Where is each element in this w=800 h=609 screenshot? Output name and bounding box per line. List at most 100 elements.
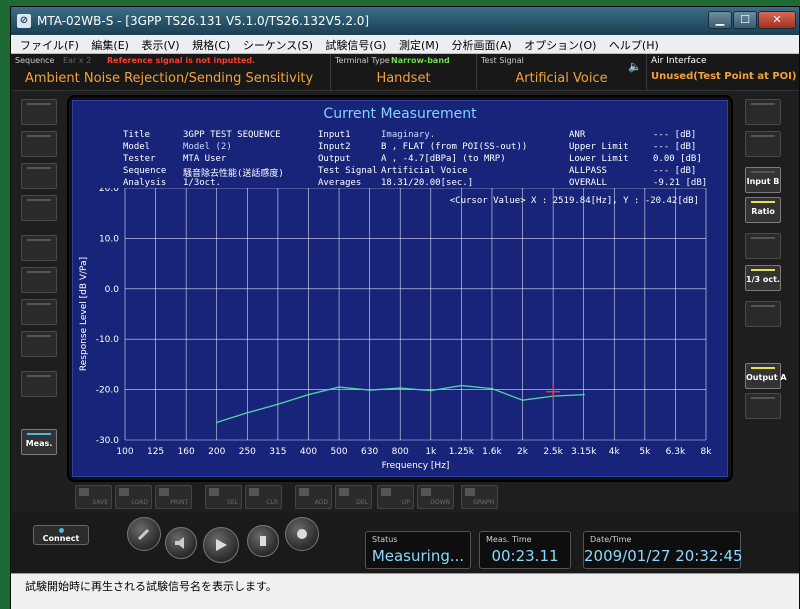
info-title-value: 3GPP TEST SEQUENCE [183, 130, 281, 140]
down-button[interactable]: DOWN [417, 485, 454, 509]
meas-button[interactable]: Meas. [21, 429, 57, 455]
add-button[interactable]: ADD [295, 485, 332, 509]
graph-button[interactable]: GRAPH [461, 485, 498, 509]
display-frame: Current Measurement Title 3GPP TEST SEQU… [67, 95, 733, 482]
x-tick-label: 2.5k [543, 447, 563, 457]
right-button-1[interactable] [745, 99, 781, 125]
maximize-button[interactable]: ☐ [733, 11, 757, 29]
app-window: ⊘ MTA-02WB-S - [3GPP TS26.131 V5.1.0/TS2… [10, 6, 800, 609]
led-indicator [751, 367, 775, 369]
up-button[interactable]: UP [377, 485, 414, 509]
led-indicator [751, 397, 775, 399]
speaker-icon: 🔈 [628, 60, 642, 73]
menu-help[interactable]: ヘルプ(H) [609, 35, 659, 53]
left-button-2[interactable] [21, 131, 57, 157]
response-chart[interactable]: 100 125 160 200 250 315 400 500 630 800 1k 1.25k 1.6… [73, 188, 729, 478]
menu-measure[interactable]: 測定(M) [399, 35, 439, 53]
right-button-9[interactable] [745, 393, 781, 419]
info-output-label: Output [318, 154, 351, 164]
info-test-signal-label: Test Signal [318, 166, 378, 176]
menu-standard[interactable]: 規格(C) [192, 35, 230, 53]
info-overall-label: OVERALL [569, 178, 607, 188]
del-button[interactable]: DEL [335, 485, 372, 509]
info-input1-label: Input1 [318, 130, 351, 140]
response-point [521, 399, 524, 402]
connect-button[interactable]: Connect [33, 525, 89, 545]
info-bar: Sequence Ear x 2 Reference signal is not… [11, 54, 799, 91]
terminal-value: Handset [376, 71, 431, 86]
info-averages-label: Averages [318, 178, 362, 188]
right-button-5[interactable] [745, 233, 781, 259]
info-allpass-label: ALLPASS [569, 166, 607, 176]
menu-view[interactable]: 表示(V) [141, 35, 179, 53]
sel-button[interactable]: SEL [205, 485, 242, 509]
left-button-6[interactable] [21, 267, 57, 293]
left-button-4[interactable] [21, 195, 57, 221]
ratio-button[interactable]: Ratio [745, 197, 781, 223]
left-button-5[interactable] [21, 235, 57, 261]
mic-button[interactable] [127, 517, 161, 551]
graph-icon [465, 488, 475, 496]
right-button-2[interactable] [745, 131, 781, 157]
info-sequence-label: Sequence [123, 166, 167, 176]
air-interface-box[interactable]: Air Interface Unused(Test Point at POI) [647, 54, 800, 91]
response-point [338, 386, 341, 389]
record-button[interactable] [285, 517, 319, 551]
menu-sequence[interactable]: シーケンス(S) [243, 35, 313, 53]
response-point [276, 403, 279, 406]
play-button[interactable] [203, 527, 239, 563]
response-point [307, 393, 310, 396]
left-button-8[interactable] [21, 331, 57, 357]
load-button[interactable]: LOAD [115, 485, 152, 509]
info-output-value: A , -4.7[dBPa] (to MRP) [381, 154, 506, 164]
load-icon [119, 488, 129, 496]
stop-button[interactable] [247, 525, 279, 557]
app-icon[interactable]: ⊘ [17, 14, 31, 28]
led-indicator [27, 135, 51, 137]
left-button-7[interactable] [21, 299, 57, 325]
info-anr-value: --- [dB] [653, 130, 697, 140]
print-icon [159, 488, 169, 496]
save-button[interactable]: SAVE [75, 485, 112, 509]
title-bar: ⊘ MTA-02WB-S - [3GPP TS26.131 V5.1.0/TS2… [11, 7, 799, 35]
test-signal-box[interactable]: Test Signal Artificial Voice [477, 54, 647, 91]
led-indicator [27, 167, 51, 169]
led-indicator [27, 271, 51, 273]
measurement-display: Current Measurement Title 3GPP TEST SEQU… [72, 100, 728, 477]
terminal-label: Terminal Type [335, 56, 390, 65]
minimize-button[interactable]: ▁ [708, 11, 732, 29]
menu-edit[interactable]: 編集(E) [91, 35, 129, 53]
x-tick-label: 315 [269, 447, 286, 457]
left-button-3[interactable] [21, 163, 57, 189]
control-panel: Connect Status Measuring... Meas. Time 0… [11, 513, 799, 573]
info-upper-value: --- [dB] [653, 142, 697, 152]
input-b-button[interactable]: Input B [745, 167, 781, 193]
print-button[interactable]: PRINT [155, 485, 192, 509]
menu-file[interactable]: ファイル(F) [20, 35, 79, 53]
output-a-button[interactable]: Output A [745, 363, 787, 389]
led-indicator [27, 239, 51, 241]
graph-label: GRAPH [473, 499, 494, 506]
sequence-box[interactable]: Sequence Ear x 2 Reference signal is not… [11, 54, 331, 91]
info-tester-value: MTA User [183, 154, 227, 164]
left-button-1[interactable] [21, 99, 57, 125]
info-tester-label: Tester [123, 154, 156, 164]
x-axis-label: Frequency [Hz] [382, 461, 450, 471]
meas-time-label: Meas. Time [486, 535, 532, 544]
clr-button[interactable]: CLR [245, 485, 282, 509]
sel-label: SEL [227, 499, 238, 506]
menu-test-signal[interactable]: 試験信号(G) [325, 35, 386, 53]
speaker-button[interactable] [165, 527, 197, 559]
x-tick-label: 800 [392, 447, 409, 457]
info-title-label: Title [123, 130, 151, 140]
ratio-label: Ratio [751, 207, 775, 216]
close-button[interactable]: ✕ [758, 11, 796, 29]
left-button-9[interactable] [21, 371, 57, 397]
response-point [215, 421, 218, 424]
third-octave-button[interactable]: 1/3 oct. [745, 265, 781, 291]
menu-options[interactable]: オプション(O) [524, 35, 596, 53]
led-indicator [751, 171, 775, 173]
menu-analysis[interactable]: 分析画面(A) [452, 35, 512, 53]
terminal-box[interactable]: Terminal Type Narrow-band Handset [331, 54, 477, 91]
right-button-7[interactable] [745, 301, 781, 327]
